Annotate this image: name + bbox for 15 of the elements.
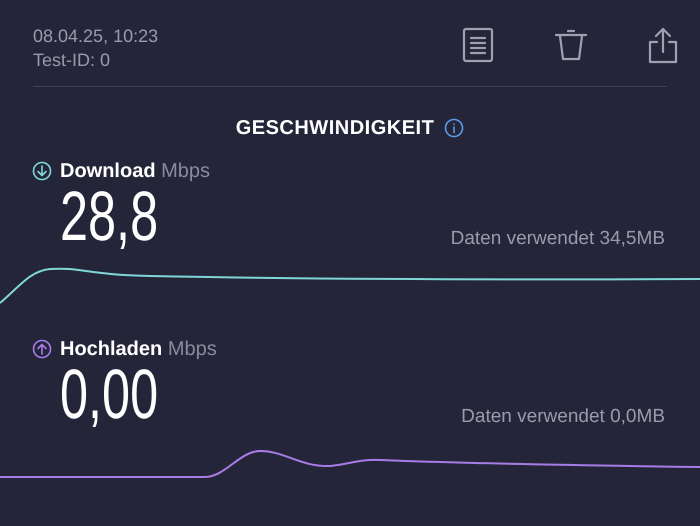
- data-used: Daten verwendet 34,5MB: [450, 227, 665, 251]
- data-used: Daten verwendet 0,0MB: [461, 405, 665, 429]
- measurement-label: Download: [60, 160, 156, 182]
- measurement-label: Hochladen: [60, 338, 162, 360]
- info-icon[interactable]: [444, 118, 464, 138]
- unit-label: Mbps: [161, 160, 210, 182]
- unit-label: Mbps: [168, 338, 217, 360]
- trash-icon[interactable]: [553, 27, 589, 63]
- document-icon[interactable]: [461, 27, 495, 63]
- test-id: Test-ID: 0: [33, 49, 112, 72]
- speed-value: 0,00: [60, 361, 158, 427]
- test-date: 08.04.25, 10:23: [33, 25, 158, 48]
- share-icon[interactable]: [647, 26, 679, 64]
- speed-value: 28,8: [60, 183, 158, 249]
- section-title: GESCHWINDIGKEIT: [236, 116, 434, 141]
